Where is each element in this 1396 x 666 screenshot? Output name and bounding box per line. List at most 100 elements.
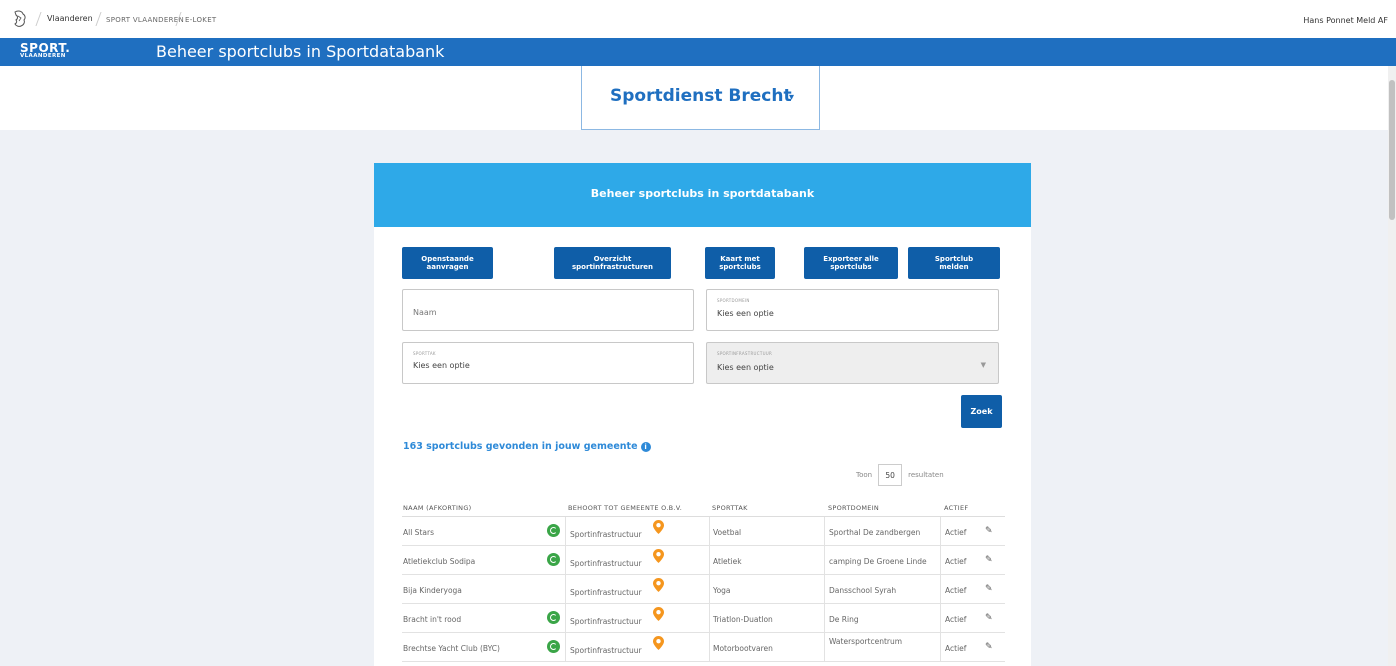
- card-title: Beheer sportclubs in sportdatabank: [590, 187, 815, 200]
- table-row[interactable]: Bracht in't rood Sportinfrastructuur Triat…: [402, 604, 1005, 633]
- overzicht-sportinfrastructuren-button[interactable]: Overzicht sportinfrastructuren: [554, 247, 671, 279]
- column-divider: [824, 633, 825, 662]
- sporttak-value: Kies een optie: [413, 361, 470, 370]
- column-header-naam[interactable]: NAAM (AFKORTING): [403, 504, 472, 512]
- zoek-button[interactable]: Zoek: [961, 395, 1002, 428]
- user-logout-link[interactable]: Hans Ponnet Meld AF: [1303, 16, 1388, 25]
- cell-actief: Actief: [945, 528, 967, 537]
- map-pin-icon[interactable]: [653, 549, 664, 563]
- cell-actief: Actief: [945, 586, 967, 595]
- naam-placeholder: Naam: [413, 308, 437, 317]
- column-divider: [824, 604, 825, 633]
- column-divider: [824, 575, 825, 604]
- card-header: Beheer sportclubs in sportdatabank: [374, 163, 1031, 227]
- table-row[interactable]: Atletiekclub Sodipa Sportinfrastructuur At…: [402, 546, 1005, 575]
- map-pin-icon[interactable]: [653, 607, 664, 621]
- result-count: 163 sportclubs gevonden in jouw gemeente…: [403, 441, 651, 452]
- sportinfrastructuur-value: Kies een optie: [717, 363, 774, 372]
- vlaanderen-lion-icon[interactable]: [12, 10, 28, 28]
- column-header-sportdomein[interactable]: SPORTDOMEIN: [828, 504, 879, 512]
- e-loket-link[interactable]: E-LOKET: [185, 16, 217, 24]
- vlaanderen-link[interactable]: Vlaanderen: [47, 14, 93, 23]
- verified-check-icon: [547, 640, 560, 653]
- sportdomein-select[interactable]: SPORTDOMEIN Kies een optie: [706, 289, 999, 331]
- organization-dropdown[interactable]: Sportdienst Brecht ▾: [581, 66, 820, 130]
- column-divider: [709, 575, 710, 604]
- column-divider: [565, 604, 566, 633]
- sportdomein-value: Kies een optie: [717, 309, 774, 318]
- cell-sportdomein: De Ring: [829, 615, 859, 624]
- logo-line-2: VLAANDEREN: [20, 53, 66, 59]
- sportinfrastructuur-select[interactable]: SPORTINFRASTRUCTUUR Kies een optie ▼: [706, 342, 999, 384]
- sportdomein-label: SPORTDOMEIN: [717, 298, 750, 303]
- page-size-input[interactable]: 50: [878, 464, 903, 486]
- sportclub-melden-button[interactable]: Sportclub melden: [908, 247, 1000, 279]
- government-top-bar: Vlaanderen SPORT VLAANDEREN E-LOKET Hans…: [0, 0, 1396, 38]
- cell-sportdomein: camping De Groene Linde: [829, 557, 927, 566]
- kaart-met-sportclubs-button[interactable]: Kaart met sportclubs: [705, 247, 775, 279]
- column-divider: [709, 517, 710, 546]
- cell-behoort: Sportinfrastructuur: [570, 646, 642, 655]
- verified-check-icon: [547, 553, 560, 566]
- cell-behoort: Sportinfrastructuur: [570, 588, 642, 597]
- resultaten-label: resultaten: [908, 471, 944, 479]
- divider: [35, 12, 42, 26]
- info-icon[interactable]: i: [640, 441, 651, 452]
- page-title: Beheer sportclubs in Sportdatabank: [156, 42, 445, 61]
- column-header-actief[interactable]: ACTIEF: [944, 504, 968, 512]
- cell-sportdomein: Dansschool Syrah: [829, 586, 897, 595]
- naam-input[interactable]: Naam: [402, 289, 694, 331]
- map-pin-icon[interactable]: [653, 520, 664, 534]
- column-divider: [940, 546, 941, 575]
- table-row[interactable]: All Stars Sportinfrastructuur Voetbal Sport…: [402, 517, 1005, 546]
- sporttak-select[interactable]: SPORTTAK Kies een optie: [402, 342, 694, 384]
- table-row[interactable]: Brechtse Yacht Club (BYC) Sportinfrastruc…: [402, 633, 1005, 662]
- table-row[interactable]: Bija Kinderyoga Sportinfrastructuur Yoga Da…: [402, 575, 1005, 604]
- app-header: SPORT. VLAANDEREN Beheer sportclubs in S…: [0, 38, 1396, 66]
- exporteer-alle-sportclubs-button[interactable]: Exporteer alle sportclubs: [804, 247, 898, 279]
- page-size-control: Toon 50 resultaten: [856, 464, 944, 486]
- sport-vlaanderen-logo[interactable]: SPORT. VLAANDEREN: [20, 42, 70, 60]
- column-divider: [565, 546, 566, 575]
- map-pin-icon[interactable]: [653, 578, 664, 592]
- cell-actief: Actief: [945, 557, 967, 566]
- column-divider: [709, 604, 710, 633]
- column-header-sporttak[interactable]: SPORTTAK: [712, 504, 748, 512]
- verified-check-icon: [547, 524, 560, 537]
- cell-actief: Actief: [945, 615, 967, 624]
- sporttak-label: SPORTTAK: [413, 351, 436, 356]
- sportinfrastructuur-label: SPORTINFRASTRUCTUUR: [717, 351, 773, 356]
- edit-pencil-icon[interactable]: ✎: [985, 613, 993, 623]
- cell-naam: Bracht in't rood: [403, 615, 462, 624]
- column-divider: [709, 546, 710, 575]
- table-header: NAAM (AFKORTING) BEHOORT TOT GEMEENTE O.…: [402, 498, 1005, 517]
- organization-name: Sportdienst Brecht: [610, 86, 792, 106]
- cell-sporttak: Triatlon-Duatlon: [713, 615, 773, 624]
- cell-actief: Actief: [945, 644, 967, 653]
- sportclubs-card: Beheer sportclubs in sportdatabank Opens…: [374, 163, 1031, 666]
- column-divider: [709, 633, 710, 662]
- sport-vlaanderen-link[interactable]: SPORT VLAANDEREN: [106, 16, 184, 24]
- divider: [95, 12, 102, 26]
- cell-behoort: Sportinfrastructuur: [570, 530, 642, 539]
- cell-naam: Brechtse Yacht Club (BYC): [403, 644, 500, 653]
- cell-naam: Bija Kinderyoga: [403, 586, 462, 595]
- column-divider: [940, 575, 941, 604]
- result-count-text: 163 sportclubs gevonden in jouw gemeente: [403, 441, 638, 452]
- cell-sporttak: Yoga: [713, 586, 731, 595]
- cell-sporttak: Voetbal: [713, 528, 742, 537]
- scrollbar-thumb[interactable]: [1389, 80, 1395, 220]
- edit-pencil-icon[interactable]: ✎: [985, 642, 993, 652]
- column-header-behoort[interactable]: BEHOORT TOT GEMEENTE O.B.V.: [568, 504, 682, 512]
- column-divider: [824, 546, 825, 575]
- cell-behoort: Sportinfrastructuur: [570, 559, 642, 568]
- map-pin-icon[interactable]: [653, 636, 664, 650]
- page-scrollbar[interactable]: [1388, 66, 1396, 666]
- edit-pencil-icon[interactable]: ✎: [985, 555, 993, 565]
- column-divider: [940, 517, 941, 546]
- edit-pencil-icon[interactable]: ✎: [985, 584, 993, 594]
- openstaande-aanvragen-button[interactable]: Openstaande aanvragen: [402, 247, 493, 279]
- column-divider: [565, 575, 566, 604]
- edit-pencil-icon[interactable]: ✎: [985, 526, 993, 536]
- toon-label: Toon: [856, 471, 873, 479]
